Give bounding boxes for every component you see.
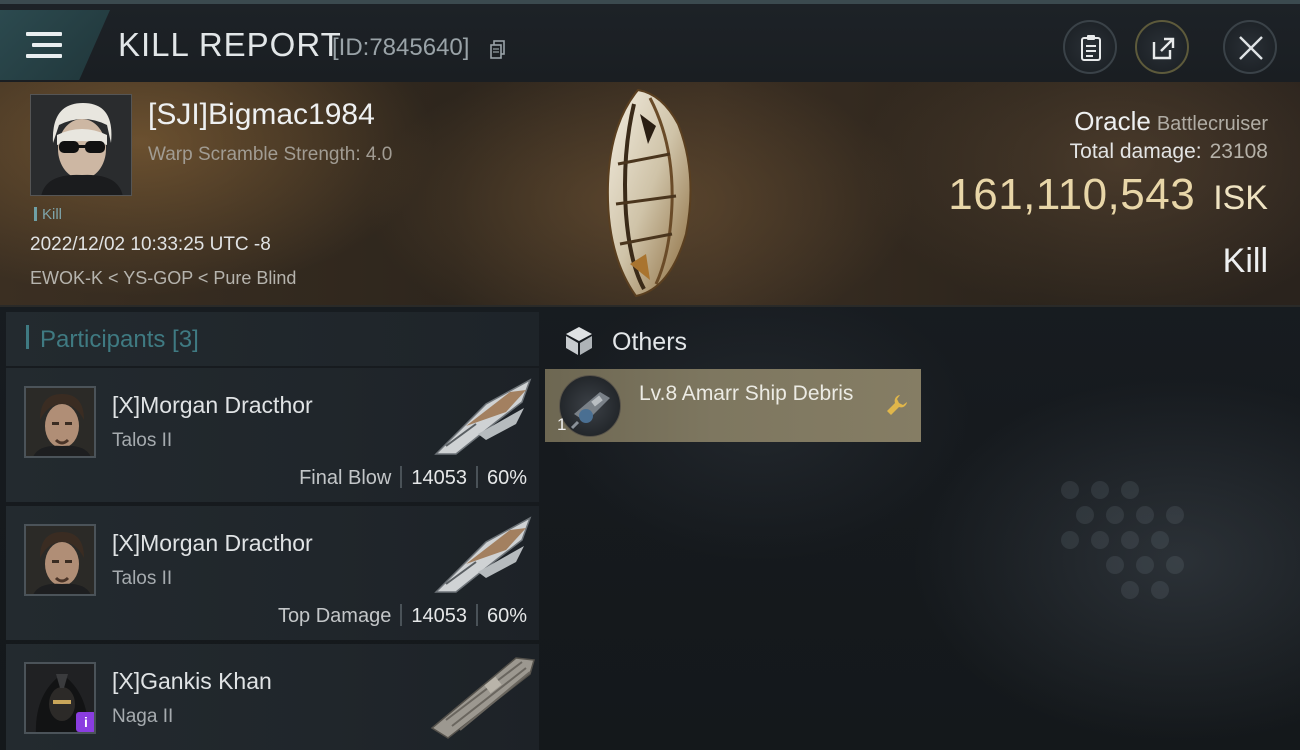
participant-name[interactable]: [X]Morgan Dracthor (112, 530, 313, 557)
report-id: [ID:7845640] (332, 34, 470, 61)
victim-ship-name[interactable]: Oracle (1074, 106, 1151, 136)
participant-name[interactable]: [X]Gankis Khan (112, 668, 272, 695)
victim-ship-class: Battlecruiser (1156, 113, 1268, 135)
loot-quantity: 1 (557, 415, 567, 434)
participant-avatar[interactable] (24, 386, 96, 458)
participant-ship: Talos II (112, 430, 173, 451)
stat-divider (475, 604, 478, 626)
participants-header: Participants [3] (6, 312, 539, 366)
isk-value: 161,110,543 (948, 170, 1196, 219)
participant-row[interactable]: i [X]Gankis Khan Naga II (6, 644, 539, 750)
others-title: Others (612, 328, 688, 356)
victim-ship-image[interactable] (590, 84, 710, 302)
top-bar: KILL REPORT [ID:7845640] (0, 0, 1300, 82)
victim-name[interactable]: [SJI]Bigmac1984 (148, 98, 375, 132)
participant-avatar[interactable]: i (24, 662, 96, 734)
cube-icon (566, 327, 592, 355)
victim-avatar[interactable] (30, 94, 132, 196)
kill-location[interactable]: EWOK-K < YS-GOP < Pure Blind (30, 268, 296, 289)
participant-name[interactable]: [X]Morgan Dracthor (112, 392, 313, 419)
total-damage-label: Total damage: (1069, 140, 1202, 163)
participants-title: Participants [3] (40, 326, 199, 353)
victim-avatar-image (31, 95, 131, 195)
participant-stats: Final Blow 14053 60% (299, 466, 527, 490)
wrench-icon[interactable] (885, 393, 909, 417)
kill-tag: Kill (34, 206, 62, 223)
loot-item-image (559, 375, 621, 437)
clipboard-button[interactable] (1063, 20, 1117, 74)
participant-ship-image[interactable] (426, 374, 538, 464)
participant-percent: 60% (486, 467, 527, 489)
total-damage-line: Total damage: 23108 (1070, 140, 1268, 164)
loot-item[interactable]: 1 Lv.8 Amarr Ship Debris (545, 369, 921, 442)
clipboard-icon (1081, 35, 1101, 61)
participant-avatar-image (26, 388, 94, 456)
kill-datetime: 2022/12/02 10:33:25 UTC -8 (30, 234, 271, 255)
stat-divider (400, 466, 403, 488)
header-accent-bar (26, 325, 29, 349)
victim-banner: [SJI]Bigmac1984 Warp Scramble Strength: … (0, 82, 1300, 307)
victim-ship-line: Oracle Battlecruiser (1074, 106, 1268, 137)
isk-unit: ISK (1213, 179, 1268, 217)
participant-damage: 14053 (411, 467, 467, 489)
info-badge-icon[interactable]: i (76, 712, 94, 732)
participant-avatar-image (26, 526, 94, 594)
participant-ship-image[interactable] (426, 650, 538, 740)
participant-avatar[interactable] (24, 524, 96, 596)
participant-role: Top Damage (277, 605, 392, 627)
loot-name: Lv.8 Amarr Ship Debris (639, 382, 854, 405)
participant-ship: Naga II (112, 706, 174, 727)
participant-ship: Talos II (112, 568, 173, 589)
participant-ship-image[interactable] (426, 512, 538, 602)
copy-icon[interactable] (490, 40, 506, 60)
participants-panel: Participants [3] [X]Morgan Dracthor Talo… (6, 312, 539, 750)
participant-role: Final Blow (299, 467, 392, 489)
participant-stats: Top Damage 14053 60% (278, 604, 527, 628)
hamburger-menu-icon (26, 32, 62, 60)
share-export-icon (1152, 37, 1175, 60)
participant-row[interactable]: [X]Morgan Dracthor Talos II Top Damage 14… (6, 506, 539, 640)
close-button[interactable] (1223, 20, 1277, 74)
close-icon (1239, 36, 1263, 60)
participant-percent: 60% (486, 605, 527, 627)
isk-line: 161,110,543 ISK (948, 170, 1268, 220)
menu-button[interactable] (0, 10, 110, 80)
kill-result-label: Kill (1222, 242, 1268, 280)
total-damage-value: 23108 (1209, 140, 1268, 163)
warp-scramble-strength: Warp Scramble Strength: 4.0 (148, 144, 393, 165)
hex-pattern-decoration (1061, 481, 1184, 599)
stat-divider (400, 604, 403, 626)
participant-damage: 14053 (411, 605, 467, 627)
share-button[interactable] (1135, 20, 1189, 74)
participant-row[interactable]: [X]Morgan Dracthor Talos II Final Blow 14… (6, 368, 539, 502)
page-title: KILL REPORT (118, 26, 342, 63)
stat-divider (475, 466, 478, 488)
